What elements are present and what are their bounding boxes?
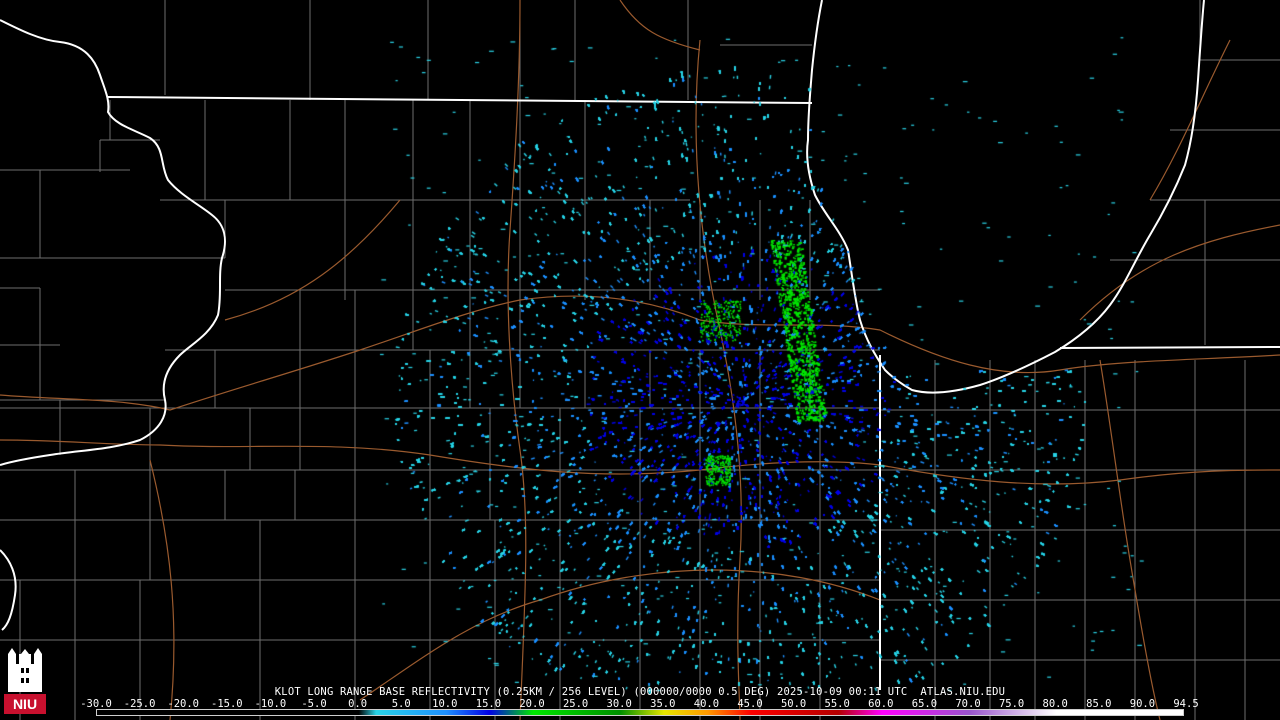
niu-logo: NIU bbox=[4, 648, 46, 716]
radar-reflectivity-layer bbox=[0, 0, 1280, 720]
reflectivity-colorbar bbox=[96, 709, 1184, 716]
logo-text: NIU bbox=[13, 696, 37, 712]
product-caption: KLOT LONG RANGE BASE REFLECTIVITY (0.25K… bbox=[274, 686, 1006, 698]
